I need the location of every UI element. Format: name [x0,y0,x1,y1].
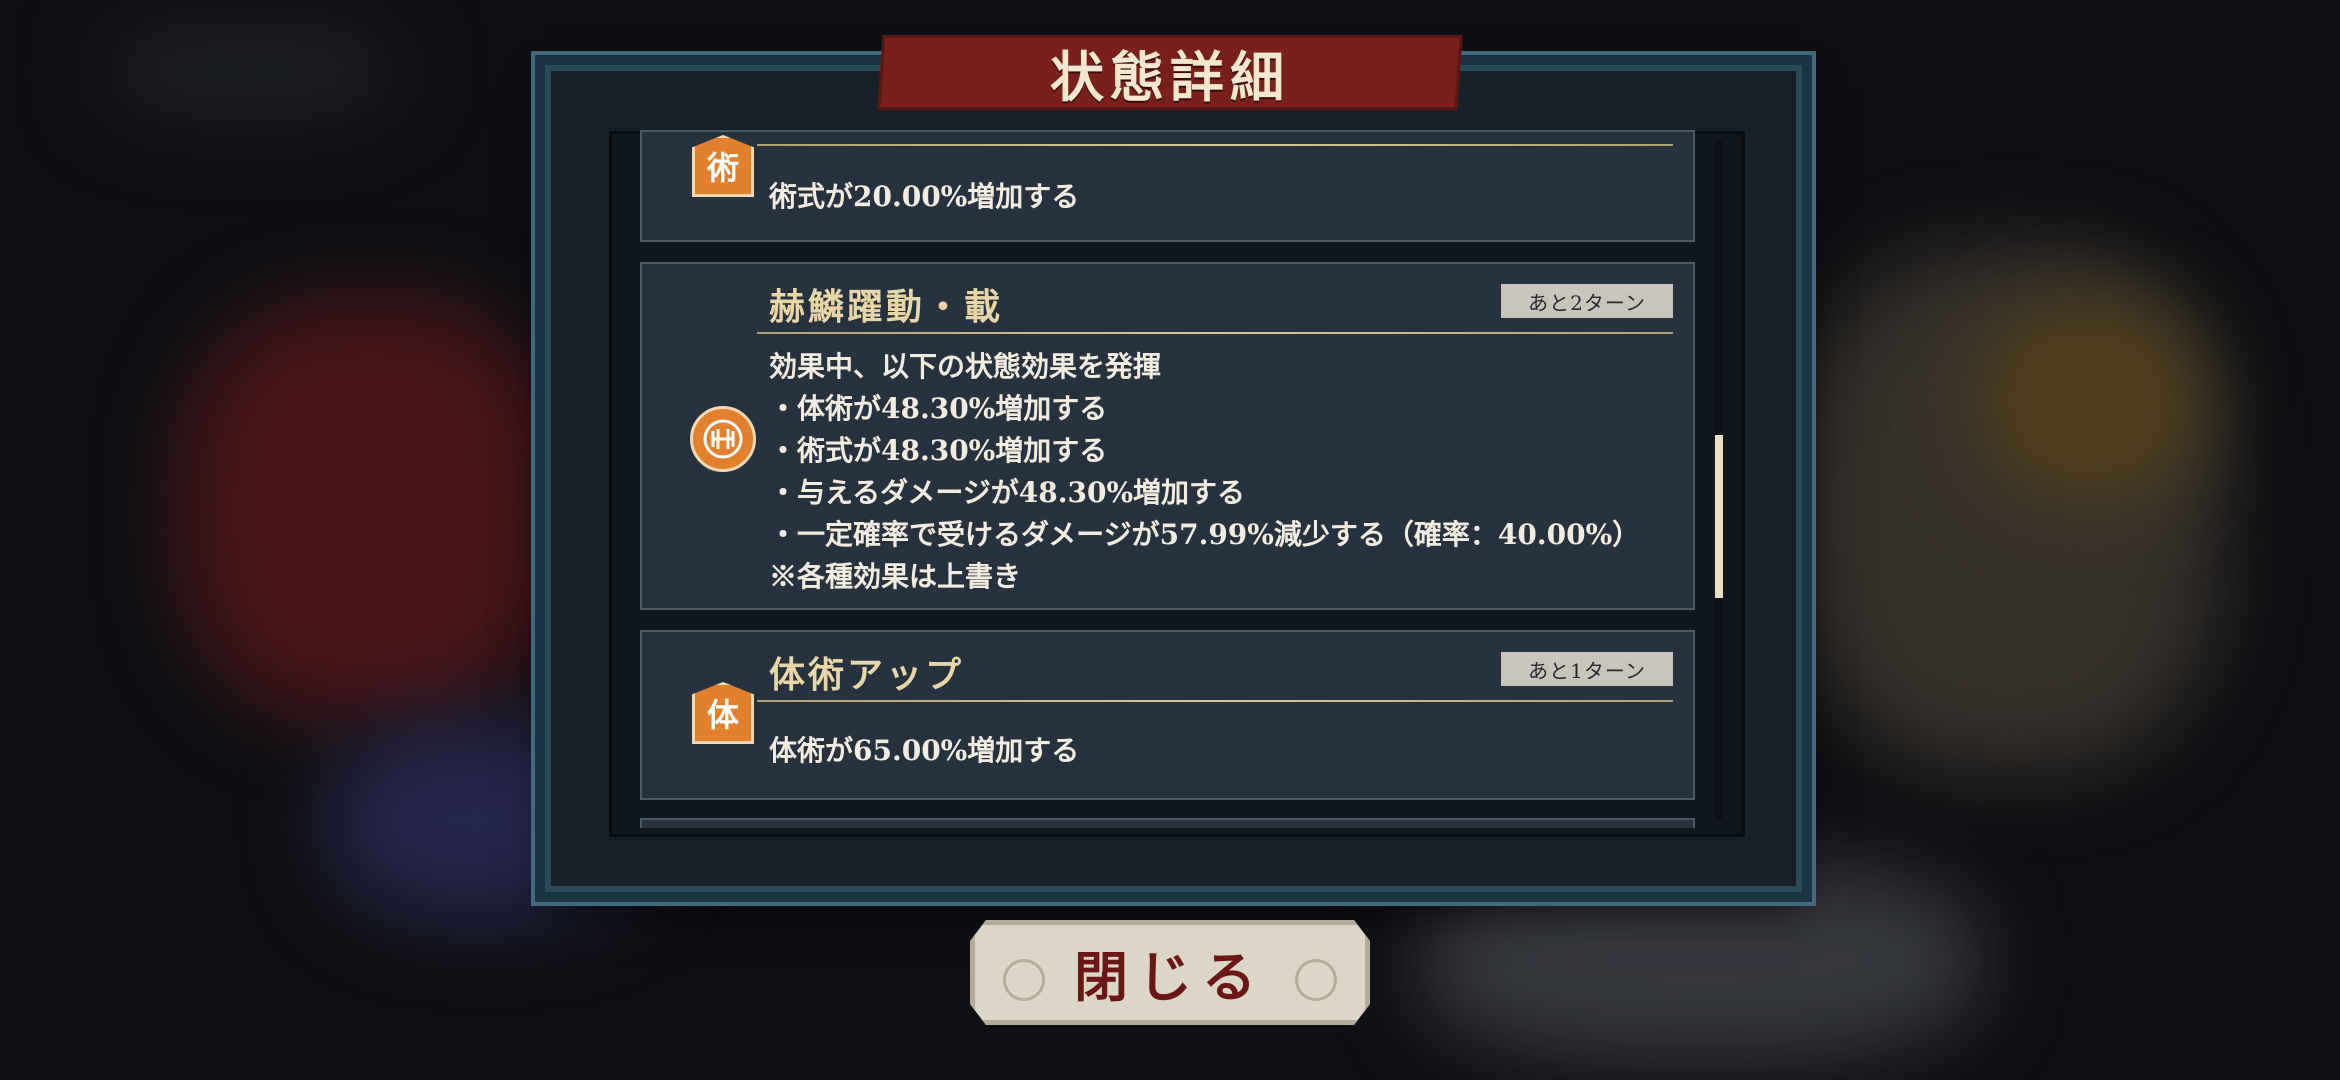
emblem-glyph [703,419,743,459]
effect-line: ・与えるダメージが48.30%増加する [769,476,1246,509]
status-name: 赫鱗躍動・載 [769,286,1004,328]
jutsu-icon: 術 [692,135,754,197]
close-button-label: 閉じる [1074,945,1266,1009]
tai-icon-glyph: 体 [706,696,739,734]
effect-line: ・一定確率で受けるダメージが57.99%減少する（確率：40.00%） [769,518,1641,551]
status-card-jutsu: 術 術式が20.00%増加する [640,130,1695,242]
effect-line: 効果中、以下の状態効果を発揮 [769,350,1162,383]
card-effect-text: 術式が20.00%増加する [769,176,1079,218]
status-card-next [640,818,1695,828]
effect-line: ※各種効果は上書き [769,560,1022,593]
status-name: 体術アップ [769,654,965,696]
status-card-kakurin: 赫鱗躍動・載 あと2ターン 効果中、以下の状態効果を発揮 ・体術が48.30%増… [640,262,1695,610]
close-button[interactable]: 閉じる [970,920,1370,1025]
tai-jutsu-emblem-icon [690,406,756,472]
card-effect-text: 効果中、以下の状態効果を発揮 ・体術が48.30%増加する ・術式が48.30%… [769,346,1640,598]
scrollbar-thumb[interactable] [1715,435,1723,598]
ornament-icon [1295,959,1337,1001]
effect-line: 体術が65.00%増加する [769,734,1080,767]
card-divider [757,144,1673,146]
effect-line: ・術式が48.30%増加する [769,434,1108,467]
ornament-icon [1003,959,1045,1001]
modal-title: 状態詳細 [1050,45,1290,109]
status-card-taijutsu-up: 体術アップ あと1ターン 体 体術が65.00%増加する [640,630,1695,800]
effect-line: 術式が20.00%増加する [769,180,1080,213]
tai-icon: 体 [692,682,754,744]
turns-remaining-badge: あと2ターン [1501,284,1673,318]
jutsu-icon-glyph: 術 [706,149,739,187]
card-divider [757,700,1673,702]
turns-remaining-badge: あと1ターン [1501,652,1673,686]
card-divider [757,332,1673,334]
effect-line: ・体術が48.30%増加する [769,392,1108,425]
card-effect-text: 体術が65.00%増加する [769,730,1079,772]
